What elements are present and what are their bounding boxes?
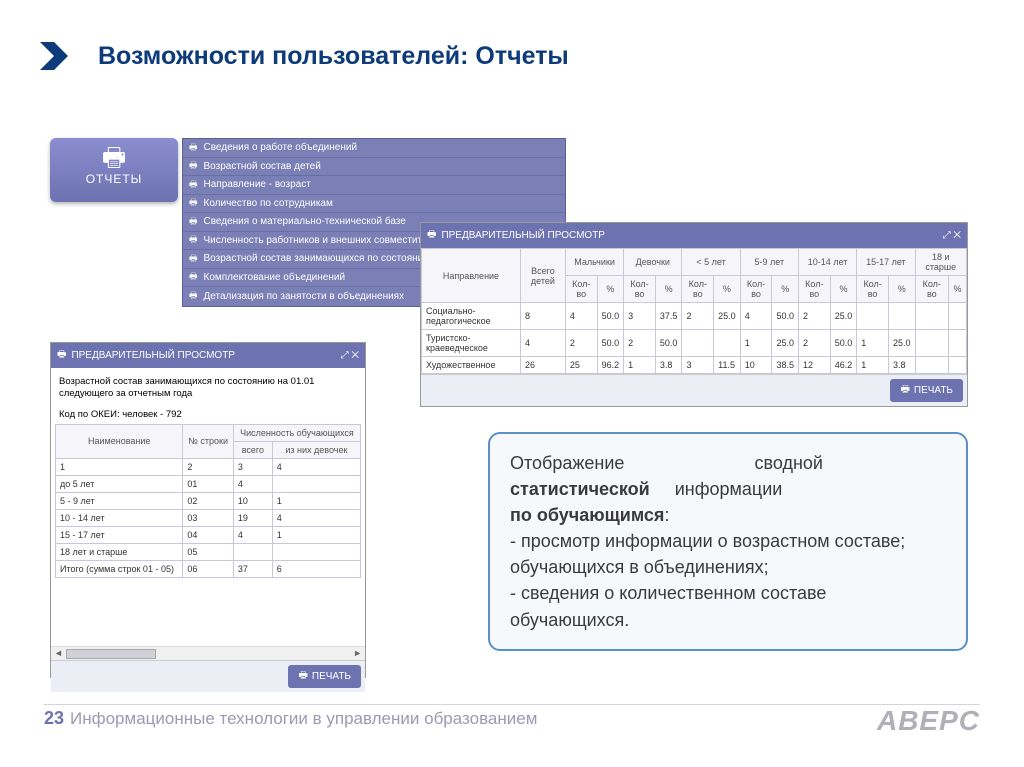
window-controls[interactable]: ⤢ ✕	[943, 230, 961, 241]
table-row: до 5 лет014	[56, 475, 361, 492]
menu-label: Численность работников и внешних совмест…	[204, 235, 445, 246]
print-button[interactable]: 🖶 ПЕЧАТЬ	[288, 665, 361, 688]
report-description: Возрастной состав занимающихся по состоя…	[55, 372, 361, 405]
menu-label: Комплектование объединений	[204, 272, 346, 283]
menu-label: Детализация по занятости в объединениях	[204, 291, 405, 302]
data-table: Наименование№ строкиЧисленность обучающи…	[55, 424, 361, 578]
footer-text: Информационные технологии в управлении о…	[70, 709, 537, 729]
menu-label: Сведения о материально-технической базе	[204, 216, 406, 227]
window-footer: 🖶 ПЕЧАТЬ	[51, 660, 365, 692]
data-table: НаправлениеВсего детейМальчикиДевочки< 5…	[421, 248, 967, 374]
menu-label: Возрастной состав занимающихся по состоя…	[204, 253, 431, 264]
reports-button-label: ОТЧЕТЫ	[50, 172, 178, 186]
window-titlebar: 🖶 ПРЕДВАРИТЕЛЬНЫЙ ПРОСМОТР ⤢ ✕	[421, 223, 967, 248]
menu-label: Сведения о работе объединений	[204, 142, 358, 153]
menu-label: Количество по сотрудникам	[204, 198, 333, 209]
print-button[interactable]: 🖶 ПЕЧАТЬ	[890, 379, 963, 402]
window-title: ПРЕДВАРИТЕЛЬНЫЙ ПРОСМОТР	[441, 230, 605, 241]
printer-icon: 🖶	[189, 288, 198, 304]
menu-item[interactable]: 🖶 Сведения о работе объединений	[183, 139, 565, 158]
scroll-thumb[interactable]	[66, 649, 156, 659]
footer-rule	[44, 704, 980, 705]
table-row: Итого (сумма строк 01 - 05)06376	[56, 560, 361, 577]
window-controls[interactable]: ⤢ ✕	[341, 350, 359, 361]
printer-icon: 🖶	[189, 269, 198, 285]
table-row: 10 - 14 лет03194	[56, 509, 361, 526]
scrollbar-horizontal[interactable]: ◄ ►	[51, 646, 365, 660]
chevron-icon	[40, 42, 68, 70]
window-body: Возрастной состав занимающихся по состоя…	[51, 368, 365, 646]
printer-icon: 🖶	[189, 232, 198, 248]
printer-icon: 🖶	[298, 668, 307, 685]
callout-box: Отображение сводной статистической инфор…	[488, 432, 968, 651]
window-footer: 🖶 ПЕЧАТЬ	[421, 374, 967, 406]
table-row: Туристско-краеведческое4250.0250.0125.02…	[422, 330, 967, 357]
table-row: 1234	[56, 458, 361, 475]
printer-icon: 🖶	[50, 144, 178, 170]
menu-item[interactable]: 🖶 Количество по сотрудникам	[183, 195, 565, 214]
menu-label: Направление - возраст	[204, 179, 311, 190]
printer-icon: 🖶	[427, 227, 436, 244]
menu-label: Возрастной состав детей	[204, 161, 321, 172]
page-number: 23	[44, 708, 64, 729]
brand-logo: АВЕРС	[877, 705, 980, 737]
printer-icon: 🖶	[189, 195, 198, 211]
printer-icon: 🖶	[189, 214, 198, 230]
menu-item[interactable]: 🖶 Возрастной состав детей	[183, 158, 565, 177]
printer-icon: 🖶	[189, 177, 198, 193]
window-titlebar: 🖶 ПРЕДВАРИТЕЛЬНЫЙ ПРОСМОТР ⤢ ✕	[51, 343, 365, 368]
printer-icon: 🖶	[189, 158, 198, 174]
table-row: Художественное262596.213.8311.51038.5124…	[422, 357, 967, 374]
table-row: 15 - 17 лет0441	[56, 526, 361, 543]
printer-icon: 🖶	[57, 347, 66, 364]
table-row: 5 - 9 лет02101	[56, 492, 361, 509]
reports-button[interactable]: 🖶 ОТЧЕТЫ	[50, 138, 178, 202]
scroll-left-icon[interactable]: ◄	[54, 648, 63, 658]
table-row: 18 лет и старше05	[56, 543, 361, 560]
menu-item[interactable]: 🖶 Направление - возраст	[183, 176, 565, 195]
preview-window-narrow: 🖶 ПРЕДВАРИТЕЛЬНЫЙ ПРОСМОТР ⤢ ✕ Возрастно…	[50, 342, 366, 678]
printer-icon: 🖶	[189, 140, 198, 156]
printer-icon: 🖶	[900, 382, 909, 399]
window-title: ПРЕДВАРИТЕЛЬНЫЙ ПРОСМОТР	[71, 350, 235, 361]
table-row: Социально-педагогическое8450.0337.5225.0…	[422, 303, 967, 330]
page-title: Возможности пользователей: Отчеты	[98, 42, 569, 71]
scroll-right-icon[interactable]: ►	[353, 648, 362, 658]
printer-icon: 🖶	[189, 251, 198, 267]
preview-window-wide: 🖶 ПРЕДВАРИТЕЛЬНЫЙ ПРОСМОТР ⤢ ✕ Направлен…	[420, 222, 968, 407]
okei-code: Код по ОКЕИ: человек - 792	[55, 405, 361, 424]
